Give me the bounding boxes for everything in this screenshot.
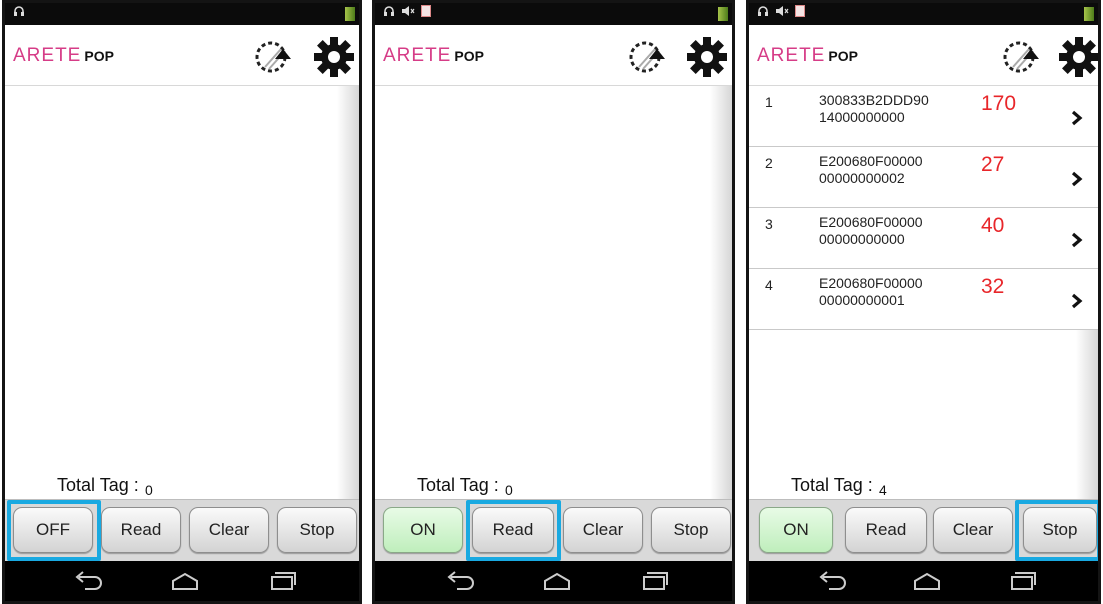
- recent-apps-icon[interactable]: [1007, 571, 1037, 591]
- nav-bar: [5, 561, 359, 601]
- back-icon[interactable]: [817, 571, 847, 591]
- signal-icon: [718, 7, 728, 21]
- total-tag: Total Tag : 0: [375, 473, 732, 499]
- tag-count: 32: [981, 275, 1005, 298]
- read-button[interactable]: Read: [845, 507, 927, 553]
- tag-count: 27: [981, 153, 1005, 176]
- app-logo: ARETE POP: [757, 45, 858, 67]
- logo-text: ARETE: [13, 45, 82, 66]
- logo-suffix: POP: [454, 48, 484, 64]
- nav-bar: [749, 561, 1098, 601]
- tag-row[interactable]: 2 E200680F00000 00000000002 27: [749, 147, 1098, 208]
- power-button[interactable]: ON: [383, 507, 463, 553]
- app-header: ARETE POP: [749, 25, 1098, 86]
- button-bar: ON Read Clear Stop: [375, 499, 732, 561]
- logo-suffix: POP: [828, 48, 858, 64]
- headphones-icon: [758, 6, 768, 16]
- total-tag-label: Total Tag :: [417, 475, 499, 495]
- recent-apps-icon[interactable]: [639, 571, 669, 591]
- total-tag: Total Tag : 4: [749, 473, 1098, 499]
- clear-button[interactable]: Clear: [563, 507, 643, 553]
- sync-icon[interactable]: [627, 37, 667, 77]
- mute-icon: [402, 6, 415, 16]
- app-logo: ARETE POP: [13, 45, 114, 67]
- clear-button[interactable]: Clear: [933, 507, 1013, 553]
- status-bar: [749, 3, 1098, 25]
- tag-epc: E200680F00000 00000000001: [819, 275, 923, 308]
- status-bar: [375, 3, 732, 25]
- highlight-box: [466, 500, 561, 561]
- tag-index: 1: [765, 94, 773, 110]
- home-icon[interactable]: [542, 571, 572, 591]
- chevron-right-icon[interactable]: [1071, 171, 1083, 187]
- tag-epc: E200680F00000 00000000002: [819, 153, 923, 186]
- total-tag-value: 0: [145, 482, 153, 498]
- total-tag-value: 0: [505, 482, 513, 498]
- mute-icon: [776, 6, 789, 16]
- phone-screen-1: ARETE POP Total Tag : 0 OFF Read Clear S…: [2, 0, 362, 604]
- signal-icon: [1084, 7, 1094, 21]
- headphones-icon: [384, 6, 394, 16]
- headphones-icon: [14, 6, 24, 16]
- tag-row[interactable]: 1 300833B2DDD90 14000000000 170: [749, 86, 1098, 147]
- gear-icon[interactable]: [312, 35, 356, 79]
- tag-index: 4: [765, 277, 773, 293]
- home-icon[interactable]: [912, 571, 942, 591]
- phone-screen-2: ARETE POP Total Tag : 0 ON Read Clear St…: [372, 0, 735, 604]
- app-logo: ARETE POP: [383, 45, 484, 67]
- total-tag-value: 4: [879, 482, 887, 498]
- back-icon[interactable]: [445, 571, 475, 591]
- gear-icon[interactable]: [685, 35, 729, 79]
- chevron-right-icon[interactable]: [1071, 110, 1083, 126]
- tag-count: 40: [981, 214, 1005, 237]
- notification-icon: [421, 5, 431, 17]
- highlight-box: [7, 500, 101, 561]
- clear-button[interactable]: Clear: [189, 507, 269, 553]
- stop-button[interactable]: Stop: [651, 507, 731, 553]
- tag-list[interactable]: [375, 86, 732, 502]
- home-icon[interactable]: [170, 571, 200, 591]
- sync-icon[interactable]: [1001, 37, 1041, 77]
- tag-row[interactable]: 4 E200680F00000 00000000001 32: [749, 269, 1098, 330]
- notification-icon: [795, 5, 805, 17]
- tag-row[interactable]: 3 E200680F00000 00000000000 40: [749, 208, 1098, 269]
- highlight-box: [1015, 500, 1098, 561]
- button-bar: ON Read Clear Stop: [749, 499, 1098, 561]
- tag-epc: 300833B2DDD90 14000000000: [819, 92, 929, 125]
- app-header: ARETE POP: [375, 25, 732, 86]
- total-tag: Total Tag : 0: [5, 473, 359, 499]
- tag-count: 170: [981, 92, 1017, 115]
- status-bar: [5, 3, 359, 25]
- app-header: ARETE POP: [5, 25, 359, 86]
- logo-text: ARETE: [757, 45, 826, 66]
- recent-apps-icon[interactable]: [267, 571, 297, 591]
- nav-bar: [375, 561, 732, 601]
- signal-icon: [345, 7, 355, 21]
- stop-button[interactable]: Stop: [277, 507, 357, 553]
- chevron-right-icon[interactable]: [1071, 293, 1083, 309]
- phone-screen-3: ARETE POP 1 300833B2DDD90 14000000000 170: [746, 0, 1101, 604]
- tag-list[interactable]: [5, 86, 359, 502]
- logo-suffix: POP: [84, 48, 114, 64]
- back-icon[interactable]: [73, 571, 103, 591]
- gear-icon[interactable]: [1057, 35, 1101, 79]
- tag-list[interactable]: 1 300833B2DDD90 14000000000 170 2 E200680…: [749, 86, 1098, 502]
- logo-text: ARETE: [383, 45, 452, 66]
- chevron-right-icon[interactable]: [1071, 232, 1083, 248]
- total-tag-label: Total Tag :: [57, 475, 139, 495]
- tag-index: 2: [765, 155, 773, 171]
- button-bar: OFF Read Clear Stop: [5, 499, 359, 561]
- read-button[interactable]: Read: [101, 507, 181, 553]
- tag-epc: E200680F00000 00000000000: [819, 214, 923, 247]
- sync-icon[interactable]: [253, 37, 293, 77]
- total-tag-label: Total Tag :: [791, 475, 873, 495]
- tag-index: 3: [765, 216, 773, 232]
- power-button[interactable]: ON: [759, 507, 833, 553]
